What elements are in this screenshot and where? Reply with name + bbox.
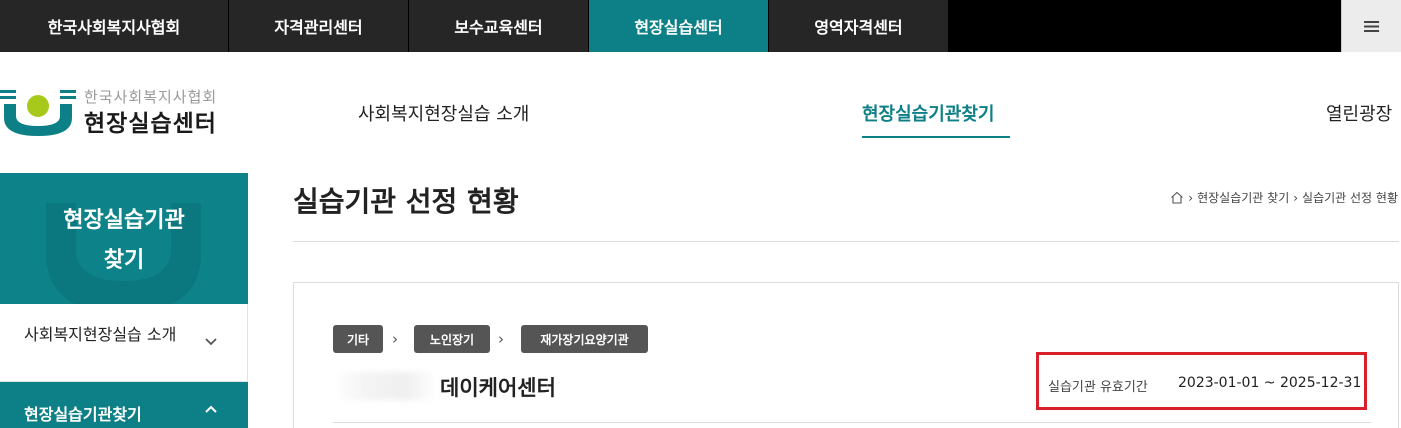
hamburger-menu-button[interactable]: ≡ [1341,0,1401,52]
breadcrumb: › 현장실습기관 찾기 › 실습기관 선정 현황 [1170,189,1398,206]
card-divider [333,422,1371,423]
sidebar-item-label: 사회복지현장실습 소개 [24,325,177,344]
redacted-name-blur [333,372,437,400]
sidebar-title-line1: 현장실습기관 [63,208,185,233]
tab-continuing-education-center[interactable]: 보수교육센터 [409,0,588,52]
institution-name: 데이케어센터 [440,376,556,400]
breadcrumb-separator-icon: › [1293,190,1299,205]
category-chip: 노인장기 [414,325,490,353]
category-chip: 기타 [333,325,383,353]
breadcrumb-current: 실습기관 선정 현황 [1302,191,1398,205]
sidebar-header: 현장실습기관 찾기 [0,173,248,304]
validity-period-label: 실습기관 유효기간 [1048,380,1148,395]
sidebar-title: 현장실습기관 찾기 [0,201,248,281]
sidebar-item-label: 현장실습기관찾기 [24,405,142,424]
nav-field-practice-intro[interactable]: 사회복지현장실습 소개 [358,100,529,126]
breadcrumb-separator-icon: › [1188,190,1194,205]
validity-period-value: 2023-01-01 ~ 2025-12-31 [1178,375,1362,391]
nav-find-practice-institution[interactable]: 현장실습기관찾기 [862,100,994,126]
chevron-right-icon: › [392,330,398,348]
sidebar-item-practice-intro[interactable]: 사회복지현장실습 소개 [0,304,248,382]
chevron-up-icon[interactable] [204,404,218,414]
home-icon[interactable] [1170,191,1184,204]
tab-certification-center[interactable]: 자격관리센터 [229,0,408,52]
logo-title[interactable]: 현장실습센터 [84,104,217,138]
page-title: 실습기관 선정 현황 [293,185,519,218]
sidebar-item-find-institution[interactable]: 현장실습기관찾기 [0,382,248,428]
tab-specialty-certification-center[interactable]: 영역자격센터 [769,0,948,52]
title-divider [293,241,1399,242]
top-site-bar: 한국사회복지사협회 자격관리센터 보수교육센터 현장실습센터 영역자격센터 ≡ [0,0,1401,52]
nav-open-forum[interactable]: 열린광장 [1326,100,1392,126]
chevron-right-icon: › [498,330,504,348]
category-chip: 재가장기요양기관 [521,325,648,353]
chevron-down-icon[interactable] [204,337,218,347]
hamburger-icon: ≡ [1361,12,1382,40]
breadcrumb-item[interactable]: 현장실습기관 찾기 [1197,189,1289,206]
tab-field-practice-center[interactable]: 현장실습센터 [589,0,768,52]
sidebar-title-line2: 찾기 [103,248,145,273]
active-nav-underline [862,136,1010,138]
tab-association[interactable]: 한국사회복지사협회 [0,0,228,52]
